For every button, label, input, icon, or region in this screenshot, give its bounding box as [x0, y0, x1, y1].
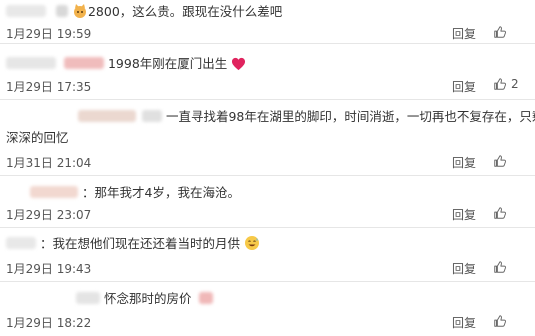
thumbs-up-icon: [494, 315, 506, 327]
comment-text: ：那年我才4岁，我在海沧。: [81, 185, 240, 200]
blurred-username: [6, 57, 56, 69]
comment-text-row: 2800，这么贵。跟现在没什么差吧: [6, 3, 282, 24]
like-count: 2: [511, 77, 519, 91]
comment-item: 1998年刚在厦门出生 1月29日 17:35 回复 2: [0, 44, 535, 100]
like-button[interactable]: [493, 25, 511, 39]
thumbs-up-icon: [494, 26, 506, 38]
comment-text: ：我在想他们现在还还着当时的月供: [39, 236, 240, 251]
blurred-username: [78, 110, 136, 122]
comment-text: 一直寻找着98年在湖里的脚印，时间消逝，一切再也不复存在，只剩下: [165, 109, 535, 124]
thumbs-up-icon: [494, 261, 506, 273]
comment-text-row: 一直寻找着98年在湖里的脚印，时间消逝，一切再也不复存在，只剩下: [6, 108, 535, 126]
blurred-emoji: [199, 292, 214, 304]
cat-emoji-icon: [72, 3, 88, 24]
like-button[interactable]: 2: [493, 77, 519, 91]
comment-date: 1月29日 17:35: [6, 80, 92, 94]
comment-item: ：那年我才4岁，我在海沧。 1月29日 23:07 回复: [0, 176, 535, 228]
comment-item: ：我在想他们现在还还着当时的月供 1月29日 19:43 回复: [0, 228, 535, 282]
comment-text-row: ：那年我才4岁，我在海沧。: [6, 184, 240, 202]
reply-button[interactable]: 回复: [452, 78, 476, 95]
comment-date: 1月29日 18:22: [6, 316, 92, 330]
blurred-username: [30, 186, 78, 198]
comment-date: 1月29日 19:43: [6, 262, 92, 276]
comment-text-continued: 深深的回忆: [6, 130, 69, 145]
comment-text: 1998年刚在厦门出生: [107, 56, 228, 71]
comment-date: 1月29日 19:59: [6, 27, 92, 41]
reply-button[interactable]: 回复: [452, 260, 476, 277]
blurred-username: [141, 110, 162, 122]
comment-item: 2800，这么贵。跟现在没什么差吧 1月29日 19:59 回复: [0, 0, 535, 44]
comment-text: 怀念那时的房价: [103, 291, 192, 306]
comment-date: 1月31日 21:04: [6, 156, 92, 170]
comment-text: 2800，这么贵。跟现在没什么差吧: [87, 4, 283, 19]
like-button[interactable]: [493, 314, 511, 328]
reply-button[interactable]: 回复: [452, 314, 476, 331]
reply-button[interactable]: 回复: [452, 25, 476, 42]
like-button[interactable]: [493, 154, 511, 168]
comment-text-row: 怀念那时的房价: [6, 290, 214, 308]
blurred-username: [6, 237, 36, 249]
blurred-username: [55, 5, 68, 17]
thumbs-up-icon: [494, 155, 506, 167]
comment-text-row: ：我在想他们现在还还着当时的月供: [6, 235, 260, 256]
comment-item: 一直寻找着98年在湖里的脚印，时间消逝，一切再也不复存在，只剩下 深深的回忆 1…: [0, 100, 535, 176]
comment-item: 怀念那时的房价 1月29日 18:22 回复: [0, 282, 535, 336]
blurred-username: [76, 292, 100, 304]
sweat-smile-icon: [244, 235, 260, 256]
reply-button[interactable]: 回复: [452, 206, 476, 223]
thumbs-up-icon: [494, 207, 506, 219]
thumbs-up-icon: [494, 78, 506, 90]
like-button[interactable]: [493, 260, 511, 274]
blurred-username: [63, 57, 104, 69]
like-button[interactable]: [493, 206, 511, 220]
comment-text-row: 1998年刚在厦门出生: [6, 55, 246, 76]
comment-date: 1月29日 23:07: [6, 208, 92, 222]
reply-button[interactable]: 回复: [452, 154, 476, 171]
blurred-username: [6, 5, 46, 17]
red-heart-icon: [231, 57, 246, 76]
